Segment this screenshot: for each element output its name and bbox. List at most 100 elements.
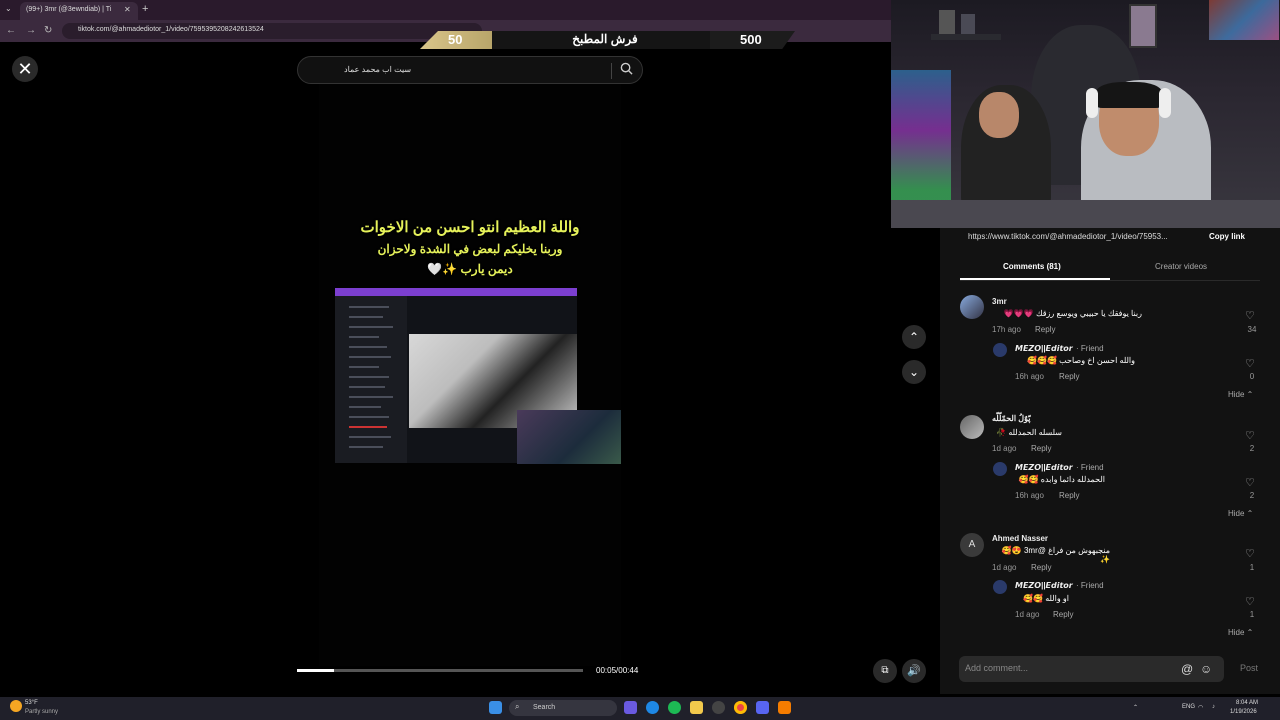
next-video-button[interactable]: ⌄	[902, 360, 926, 384]
taskbar-search[interactable]: Search	[509, 700, 617, 716]
chrome-icon[interactable]	[734, 701, 747, 714]
clock-date[interactable]: 1/19/2026	[1230, 709, 1257, 715]
mention-icon[interactable]: @	[1181, 662, 1193, 676]
video-caption-line-2: وربنا يخليكم لبعض في الشدة ولاحزان	[377, 242, 563, 256]
avatar[interactable]	[993, 462, 1007, 476]
reply-button[interactable]: Reply	[1059, 491, 1079, 500]
discord-icon[interactable]	[756, 701, 769, 714]
avatar[interactable]	[960, 415, 984, 439]
like-heart-icon[interactable]: ♡	[1245, 595, 1255, 608]
tab-list-chevron-icon[interactable]: ⌄	[5, 4, 12, 13]
like-heart-icon[interactable]: ♡	[1245, 547, 1255, 560]
weather-icon[interactable]	[10, 700, 22, 712]
reply-button[interactable]: Reply	[1031, 563, 1051, 572]
video-caption-line-3: ديمن يارب ✨🤍	[427, 262, 513, 276]
progress-track[interactable]	[297, 669, 583, 672]
tab-title: (99+) 3mr (@3ewndiab) | Ti	[26, 6, 112, 13]
reply-author[interactable]: 𝙈𝙀𝙕𝙊||𝙀𝙙𝙞𝙩𝙤𝙧	[1015, 344, 1073, 353]
browser-tab[interactable]: (99+) 3mr (@3ewndiab) | Ti	[20, 2, 138, 20]
comment-author[interactable]: Ahmed Nasser	[992, 534, 1048, 543]
avatar[interactable]: A	[960, 533, 984, 557]
edge-icon[interactable]	[646, 701, 659, 714]
spotify-icon[interactable]	[668, 701, 681, 714]
weather-desc: Partly sunny	[25, 709, 59, 715]
start-menu-icon[interactable]	[489, 701, 502, 714]
video-time: 00:05/00:44	[596, 666, 639, 675]
post-button[interactable]: Post	[1240, 663, 1258, 673]
close-tab-icon[interactable]: ✕	[124, 5, 131, 14]
close-icon: ✕	[17, 59, 33, 79]
miniplayer-button[interactable]: ⧉	[873, 659, 897, 683]
tab-comments[interactable]: Comments (81)	[1003, 262, 1061, 271]
hide-replies-button[interactable]: Hide ⌃	[1228, 390, 1253, 399]
speaker-icon[interactable]: ♪	[1212, 704, 1215, 710]
avatar[interactable]	[960, 295, 984, 319]
emoji-icon[interactable]: ☺	[1200, 662, 1212, 676]
hide-replies-button[interactable]: Hide ⌃	[1228, 509, 1253, 518]
friend-badge: · Friend	[1076, 344, 1104, 353]
video-player[interactable]: واللة العظيم انتو احسن من الاخوات وربنا …	[319, 84, 621, 666]
hide-replies-button[interactable]: Hide ⌃	[1228, 628, 1253, 637]
embedded-sidebar	[335, 296, 407, 463]
embedded-webcam-small	[517, 410, 621, 464]
reply-button[interactable]: Reply	[1053, 610, 1073, 619]
tab-creator-videos[interactable]: Creator videos	[1155, 262, 1207, 271]
tray-chevron-icon[interactable]: ⌃	[1133, 704, 1138, 711]
embedded-header	[335, 288, 577, 296]
reply-button[interactable]: Reply	[1031, 444, 1051, 453]
obs-icon[interactable]	[712, 701, 725, 714]
taskbar	[0, 697, 1280, 720]
volume-button[interactable]: 🔊	[902, 659, 926, 683]
like-heart-icon[interactable]: ♡	[1245, 309, 1255, 322]
like-count: 2	[1249, 491, 1255, 500]
reply-author[interactable]: 𝙈𝙀𝙕𝙊||𝙀𝙙𝙞𝙩𝙤𝙧	[1015, 581, 1073, 590]
comment-author[interactable]: 3mr	[992, 297, 1007, 306]
volume-icon: 🔊	[907, 665, 921, 677]
webcam-feed	[891, 0, 1280, 228]
wifi-icon[interactable]: ◠	[1198, 704, 1203, 711]
reply-time: 1d ago	[1015, 610, 1040, 619]
weather-temp: 53°F	[25, 700, 38, 706]
copilot-icon[interactable]	[624, 701, 637, 714]
new-tab-icon[interactable]: +	[142, 3, 148, 15]
reply-button[interactable]: Reply	[1059, 372, 1079, 381]
taskbar-search-icon: ⌕	[515, 702, 520, 711]
reply-text: الحمدلله دائما وابده 🥰🥰	[1018, 475, 1105, 484]
search-bar[interactable]: سيت اب محمد عماد	[297, 56, 643, 84]
close-button[interactable]: ✕	[12, 56, 38, 82]
url-field[interactable]: tiktok.com/@ahmadediotor_1/video/7595395…	[62, 23, 482, 39]
friend-badge: · Friend	[1076, 463, 1104, 472]
comment-time: 1d ago	[992, 563, 1017, 572]
reply-author[interactable]: 𝙈𝙀𝙕𝙊||𝙀𝙙𝙞𝙩𝙤𝙧	[1015, 463, 1073, 472]
reload-icon[interactable]: ↻	[44, 25, 52, 36]
back-icon[interactable]: ←	[6, 25, 16, 36]
miniplayer-icon: ⧉	[881, 665, 889, 676]
tab-separator	[960, 280, 1260, 281]
previous-video-button[interactable]: ⌃	[902, 325, 926, 349]
comment-text: ربنا يوفقك يا حبيبي ويوسع رزقك 💗💗💗	[1003, 309, 1142, 318]
clock-time[interactable]: 8:04 AM	[1236, 700, 1258, 706]
like-count: 1	[1249, 610, 1255, 619]
reply-button[interactable]: Reply	[1035, 325, 1055, 334]
like-heart-icon[interactable]: ♡	[1245, 357, 1255, 370]
search-input[interactable]: سيت اب محمد عماد	[344, 65, 411, 74]
reply-time: 16h ago	[1015, 491, 1044, 500]
app-icon[interactable]	[778, 701, 791, 714]
reply-text: والله احسن اخ وصاحب 🥰🥰🥰	[1027, 356, 1135, 365]
lang-indicator[interactable]: ENG	[1182, 704, 1195, 710]
comment-text: منجبهوش من فراغ @3mr 😍🥰✨	[1001, 546, 1110, 564]
like-heart-icon[interactable]: ♡	[1245, 429, 1255, 442]
search-icon[interactable]	[620, 62, 633, 78]
avatar[interactable]	[993, 580, 1007, 594]
like-count: 1	[1249, 563, 1255, 572]
like-count: 34	[1247, 325, 1257, 334]
forward-icon[interactable]: →	[26, 25, 36, 36]
avatar[interactable]	[993, 343, 1007, 357]
comment-author[interactable]: پّوٌلُ الحمّلّلّه	[992, 414, 1030, 423]
like-heart-icon[interactable]: ♡	[1245, 476, 1255, 489]
chevron-down-icon: ⌄	[908, 365, 920, 379]
like-count: 0	[1249, 372, 1255, 381]
comment-time: 1d ago	[992, 444, 1017, 453]
file-explorer-icon[interactable]	[690, 701, 703, 714]
copy-link-button[interactable]: Copy link	[1209, 232, 1245, 241]
